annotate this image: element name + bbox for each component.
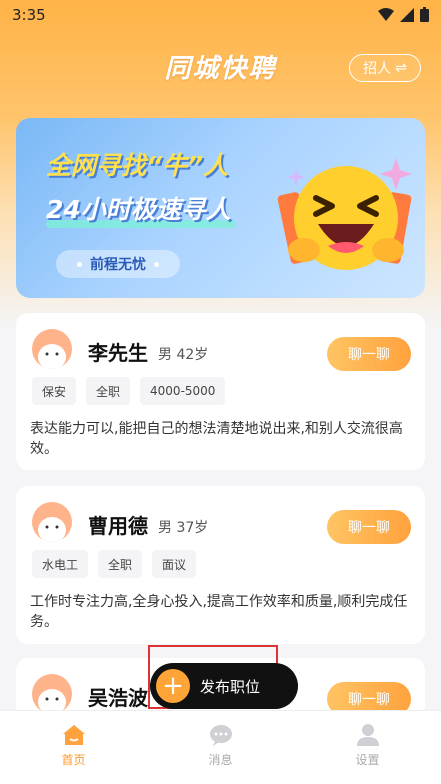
post-job-button[interactable]: + 发布职位: [150, 663, 298, 709]
recruit-switch-button[interactable]: 招人 ⇌: [349, 54, 421, 82]
tab-messages[interactable]: 消息: [147, 711, 294, 784]
tag: 4000-5000: [140, 377, 226, 405]
tag: 全职: [86, 377, 131, 405]
chat-button[interactable]: 聊一聊: [327, 510, 411, 544]
message-icon: [209, 725, 232, 746]
tab-bar: 首页 消息 设置: [0, 710, 441, 784]
status-icons: [378, 7, 429, 22]
plus-icon: +: [156, 669, 190, 703]
status-bar: 3:35: [0, 0, 441, 30]
avatar: [32, 674, 72, 714]
candidate-card[interactable]: 李先生 男 42岁 聊一聊 保安 全职 4000-5000 表达能力可以,能把自…: [16, 313, 425, 470]
post-job-label: 发布职位: [200, 677, 261, 696]
switch-icon: ⇌: [395, 60, 407, 76]
tag-list: 水电工 全职 面议: [32, 550, 197, 578]
tab-home[interactable]: 首页: [0, 711, 147, 784]
avatar: [32, 502, 72, 542]
battery-icon: [420, 7, 429, 22]
tag-list: 保安 全职 4000-5000: [32, 377, 226, 405]
profile-icon: [356, 724, 379, 746]
tag: 保安: [32, 377, 77, 405]
tab-label: 消息: [208, 753, 233, 767]
dot-icon: [77, 261, 82, 267]
candidate-name: 吴浩波: [88, 686, 148, 710]
banner-line2: 24小时极速寻人: [46, 195, 231, 224]
candidate-meta: 男 42岁: [158, 347, 209, 363]
avatar: [32, 329, 72, 369]
title-bar: 同城快聘 招人 ⇌: [0, 48, 441, 88]
home-icon: [62, 725, 85, 745]
tag: 全职: [98, 550, 143, 578]
laughing-emoji-icon: [277, 158, 412, 270]
tag: 水电工: [32, 550, 89, 578]
status-time: 3:35: [12, 6, 46, 24]
promo-banner[interactable]: 全网寻找“牛”人 24小时极速寻人 前程无忧: [16, 118, 425, 298]
signal-icon: [400, 7, 414, 22]
candidate-card[interactable]: 曹用德 男 37岁 聊一聊 水电工 全职 面议 工作时专注力高,全身心投入,提高…: [16, 486, 425, 644]
candidate-name: 曹用德: [88, 514, 148, 538]
tab-label: 首页: [61, 753, 86, 767]
banner-line1: 全网寻找“牛”人: [46, 151, 229, 180]
candidate-name: 李先生: [88, 341, 148, 365]
tab-label: 设置: [355, 753, 380, 767]
chat-button[interactable]: 聊一聊: [327, 337, 411, 371]
tab-settings[interactable]: 设置: [294, 711, 441, 784]
banner-pill-label: 前程无忧: [90, 257, 146, 273]
tag: 面议: [152, 550, 197, 578]
recruit-label: 招人: [363, 61, 392, 77]
candidate-description: 表达能力可以,能把自己的想法清楚地说出来,和别人交流很高效。: [30, 421, 403, 457]
dot-icon: [154, 261, 159, 267]
wifi-icon: [378, 7, 394, 21]
banner-pill: 前程无忧: [56, 250, 180, 278]
candidate-meta: 男 37岁: [158, 520, 209, 536]
candidate-description: 工作时专注力高,全身心投入,提高工作效率和质量,顺利完成任务。: [30, 594, 408, 630]
